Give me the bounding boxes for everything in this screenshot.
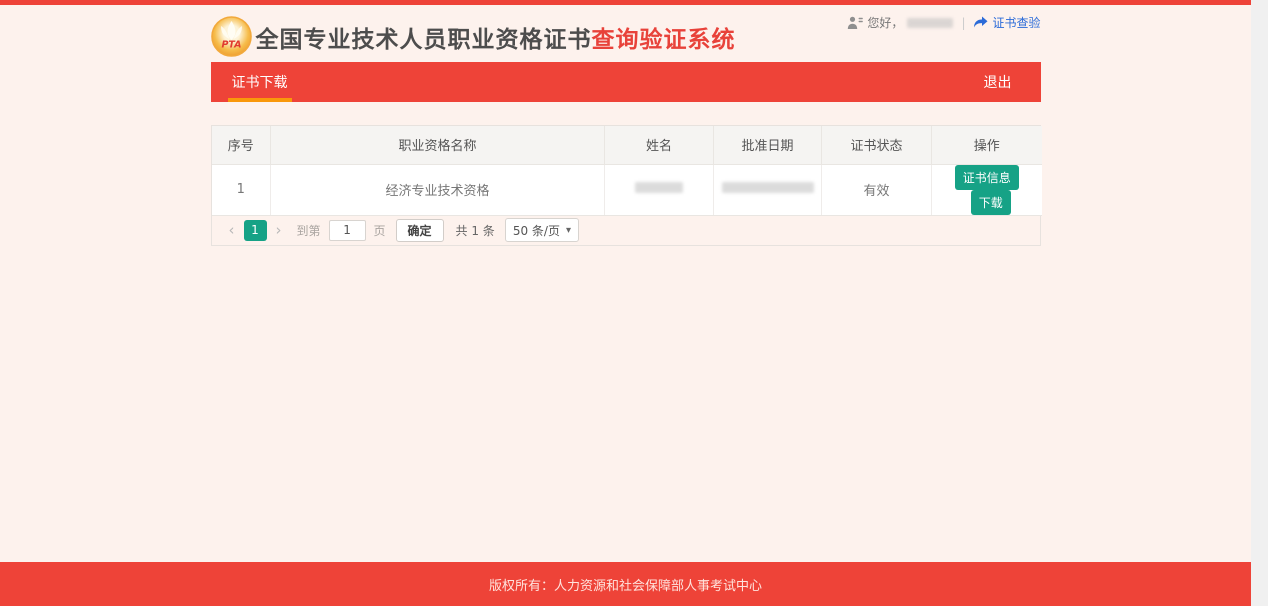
page-size-value: 50 条/页 xyxy=(513,222,560,239)
user-info: 您好， | 证书查验 xyxy=(847,14,1040,31)
total-count-label: 共 1 条 xyxy=(456,222,495,239)
chevron-down-icon: ▾ xyxy=(566,225,571,236)
col-header-index: 序号 xyxy=(212,126,271,164)
cell-date xyxy=(714,164,822,215)
table-header-row: 序号 职业资格名称 姓名 批准日期 证书状态 操作 xyxy=(212,126,1042,164)
col-header-name: 姓名 xyxy=(605,126,714,164)
cell-actions: 证书信息 下载 xyxy=(932,164,1042,215)
copyright-text: 版权所有：人力资源和社会保障部人事考试中心 xyxy=(489,575,762,594)
separator: | xyxy=(961,16,965,30)
download-button[interactable]: 下载 xyxy=(971,190,1011,215)
certificate-verify-label: 证书查验 xyxy=(992,14,1040,31)
page-unit-label: 页 xyxy=(374,222,386,239)
page: PTA 全国专业技术人员职业资格证书查询验证系统 您好， | xyxy=(0,0,1251,606)
redacted-name xyxy=(635,182,683,193)
col-header-actions: 操作 xyxy=(932,126,1042,164)
col-header-qualification: 职业资格名称 xyxy=(271,126,605,164)
table-row: 1 经济专业技术资格 有效 证书信息 下载 xyxy=(212,164,1042,215)
pagination-bar: ‹ 1 › 到第 页 确定 共 1 条 50 条/页 ▾ xyxy=(212,216,1040,245)
redacted-date xyxy=(722,182,814,193)
cell-name xyxy=(605,164,714,215)
certificate-table-panel: 序号 职业资格名称 姓名 批准日期 证书状态 操作 1 经济专业技术资格 有效 … xyxy=(211,125,1041,246)
cell-qualification: 经济专业技术资格 xyxy=(271,164,605,215)
main-nav: 证书下载 退出 xyxy=(211,62,1041,102)
redacted-user-name xyxy=(907,18,953,28)
cell-status: 有效 xyxy=(822,164,932,215)
tab-certificate-download-label: 证书下载 xyxy=(232,72,288,92)
page-title-accent: 查询验证系统 xyxy=(592,27,736,53)
page-footer: 版权所有：人力资源和社会保障部人事考试中心 xyxy=(0,562,1251,606)
confirm-page-button[interactable]: 确定 xyxy=(396,219,444,242)
next-page-icon[interactable]: › xyxy=(271,223,287,238)
site-header: PTA 全国专业技术人员职业资格证书查询验证系统 您好， | xyxy=(0,5,1251,62)
page-size-select[interactable]: 50 条/页 ▾ xyxy=(505,218,579,242)
pta-logo-text: PTA xyxy=(221,40,241,51)
user-icon xyxy=(847,16,863,30)
tab-certificate-download[interactable]: 证书下载 xyxy=(211,62,309,102)
share-arrow-icon[interactable] xyxy=(973,16,988,29)
certificate-verify-link[interactable]: 证书查验 xyxy=(973,14,1040,31)
logout-button[interactable]: 退出 xyxy=(984,72,1012,92)
scrollbar-track[interactable] xyxy=(1251,0,1268,606)
brand: PTA 全国专业技术人员职业资格证书查询验证系统 xyxy=(211,16,736,57)
certificate-table: 序号 职业资格名称 姓名 批准日期 证书状态 操作 1 经济专业技术资格 有效 … xyxy=(212,126,1042,216)
certificate-info-button[interactable]: 证书信息 xyxy=(955,165,1019,190)
prev-page-icon[interactable]: ‹ xyxy=(224,223,240,238)
cell-index: 1 xyxy=(212,164,271,215)
pta-logo-icon: PTA xyxy=(211,16,252,57)
page-number-input[interactable] xyxy=(329,220,366,241)
active-tab-indicator xyxy=(228,98,292,102)
col-header-status: 证书状态 xyxy=(822,126,932,164)
goto-page-label: 到第 xyxy=(297,222,321,239)
page-title: 全国专业技术人员职业资格证书查询验证系统 xyxy=(256,20,736,54)
greeting-text: 您好， xyxy=(867,14,903,31)
page-title-main: 全国专业技术人员职业资格证书 xyxy=(256,27,592,53)
current-page-button[interactable]: 1 xyxy=(244,220,267,241)
col-header-date: 批准日期 xyxy=(714,126,822,164)
